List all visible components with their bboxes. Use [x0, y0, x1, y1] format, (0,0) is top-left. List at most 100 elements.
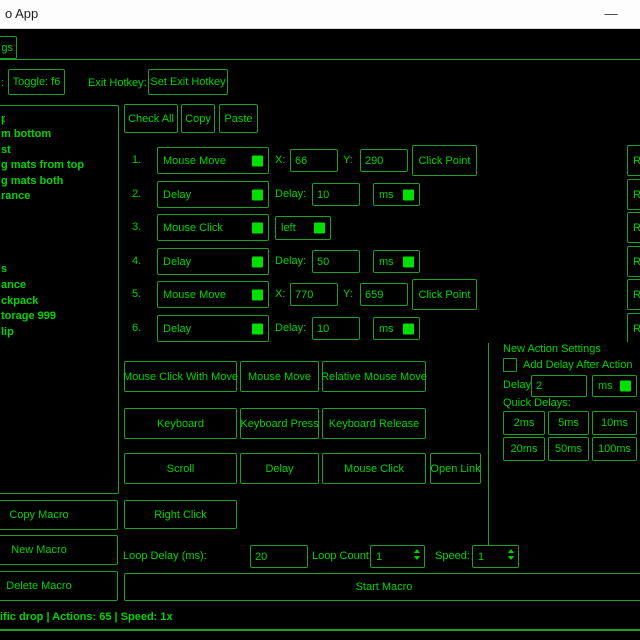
remove-action-button[interactable]: R: [627, 279, 640, 310]
action-index: 1.: [132, 154, 141, 166]
check-all-button[interactable]: Check All: [124, 104, 178, 133]
toggle-hotkey-label: :: [1, 77, 4, 89]
macro-list-item[interactable]: lip: [1, 325, 14, 340]
delay-unit-value: ms: [379, 256, 394, 268]
set-exit-hotkey-button[interactable]: Set Exit Hotkey: [148, 69, 228, 95]
action-type-dropdown[interactable]: Delay: [157, 315, 269, 342]
copy-button[interactable]: Copy: [181, 104, 215, 133]
settings-menu-button[interactable]: gs: [0, 36, 17, 59]
action-row: 6. Delay Delay: ms R: [120, 315, 640, 342]
quick-delay-2ms-button[interactable]: 2ms: [503, 411, 545, 435]
macro-list-item[interactable]: torage 999: [1, 309, 56, 324]
spin-up-icon[interactable]: [414, 549, 420, 553]
minimize-button[interactable]: —: [594, 0, 628, 27]
speed-stepper[interactable]: 1: [472, 545, 519, 568]
add-mouse-click-with-move-button[interactable]: Mouse Click With Move: [124, 361, 237, 392]
start-macro-button[interactable]: Start Macro: [124, 573, 640, 601]
new-action-delay-input[interactable]: [531, 375, 587, 397]
action-x-input[interactable]: [290, 149, 338, 172]
action-type-value: Delay: [163, 323, 191, 335]
spin-down-icon[interactable]: [414, 556, 420, 560]
spin-up-icon[interactable]: [508, 549, 514, 553]
action-type-dropdown[interactable]: Delay: [157, 248, 269, 275]
macro-list-item[interactable]: ance: [1, 278, 26, 293]
copy-macro-button[interactable]: Copy Macro: [0, 500, 118, 530]
y-label: Y:: [343, 154, 353, 166]
mouse-button-dropdown[interactable]: left: [275, 216, 331, 240]
action-type-value: Mouse Move: [163, 289, 226, 301]
remove-action-button[interactable]: R: [627, 145, 640, 176]
macro-list-item[interactable]: m bottom: [1, 127, 51, 142]
action-type-dropdown[interactable]: Mouse Move: [157, 147, 269, 174]
new-action-settings-title: New Action Settings: [503, 343, 601, 355]
add-keyboard-press-button[interactable]: Keyboard Press: [240, 408, 319, 439]
action-y-input[interactable]: [360, 283, 408, 306]
paste-button[interactable]: Paste: [219, 104, 258, 133]
add-mouse-click-button[interactable]: Mouse Click: [322, 453, 426, 484]
action-type-value: Delay: [163, 189, 191, 201]
macro-list-item[interactable]: p: [1, 112, 5, 127]
delay-unit-dropdown[interactable]: ms: [373, 317, 420, 340]
delay-value-input[interactable]: [312, 317, 360, 340]
remove-action-button[interactable]: R: [627, 313, 640, 342]
add-open-link-button[interactable]: Open Link: [430, 453, 481, 484]
delay-unit-dropdown[interactable]: ms: [373, 250, 420, 273]
dropdown-indicator-icon: [252, 222, 263, 233]
action-type-dropdown[interactable]: Mouse Click: [157, 214, 269, 241]
add-keyboard-button[interactable]: Keyboard: [124, 408, 237, 439]
add-mouse-move-button[interactable]: Mouse Move: [240, 361, 319, 392]
add-delay-after-action-checkbox[interactable]: [503, 358, 517, 372]
remove-action-button[interactable]: R: [627, 212, 640, 243]
y-label: Y:: [343, 288, 353, 300]
spin-down-icon[interactable]: [508, 556, 514, 560]
delay-label: Delay:: [275, 255, 306, 267]
new-action-delay-unit-dropdown[interactable]: ms: [592, 375, 637, 397]
quick-delay-20ms-button[interactable]: 20ms: [503, 437, 545, 461]
new-action-delay-label: Delay:: [503, 379, 534, 391]
action-row: 2. Delay Delay: ms R: [120, 181, 640, 208]
add-relative-mouse-move-button[interactable]: Relative Mouse Move: [322, 361, 426, 392]
dropdown-indicator-icon: [314, 223, 325, 234]
action-x-input[interactable]: [290, 283, 338, 306]
quick-delay-50ms-button[interactable]: 50ms: [548, 437, 589, 461]
delay-value-input[interactable]: [312, 183, 360, 206]
add-delay-button[interactable]: Delay: [240, 453, 319, 484]
stepper-arrows[interactable]: [414, 549, 420, 560]
menu-divider: [0, 59, 640, 60]
action-type-dropdown[interactable]: Mouse Move: [157, 281, 269, 308]
new-macro-button[interactable]: New Macro: [0, 535, 118, 565]
delay-unit-dropdown[interactable]: ms: [373, 183, 420, 206]
macro-list-item[interactable]: s: [1, 262, 7, 277]
action-type-value: Mouse Move: [163, 155, 226, 167]
macro-list-item[interactable]: ckpack: [1, 294, 38, 309]
dropdown-indicator-icon: [252, 256, 263, 267]
click-point-button[interactable]: Click Point: [412, 279, 477, 310]
dropdown-indicator-icon: [403, 256, 414, 267]
quick-delay-100ms-button[interactable]: 100ms: [592, 437, 637, 461]
stepper-arrows[interactable]: [508, 549, 514, 560]
macro-list-item[interactable]: rance: [1, 189, 30, 204]
delay-value-input[interactable]: [312, 250, 360, 273]
quick-delay-10ms-button[interactable]: 10ms: [592, 411, 637, 435]
toggle-hotkey-button[interactable]: Toggle: f6: [8, 69, 65, 95]
delay-unit-value: ms: [379, 189, 394, 201]
action-type-value: Mouse Click: [163, 222, 223, 234]
click-point-button[interactable]: Click Point: [412, 145, 477, 176]
speed-value: 1: [478, 551, 484, 563]
action-y-input[interactable]: [360, 149, 408, 172]
macro-list[interactable]: p m bottom st g mats from top g mats bot…: [0, 105, 119, 494]
remove-action-button[interactable]: R: [627, 246, 640, 277]
quick-delay-5ms-button[interactable]: 5ms: [548, 411, 589, 435]
loop-count-stepper[interactable]: 1: [370, 545, 425, 568]
delete-macro-button[interactable]: Delete Macro: [0, 571, 118, 601]
macro-list-item[interactable]: st: [1, 143, 11, 158]
add-scroll-button[interactable]: Scroll: [124, 453, 237, 484]
add-keyboard-release-button[interactable]: Keyboard Release: [322, 408, 426, 439]
action-type-dropdown[interactable]: Delay: [157, 181, 269, 208]
macro-list-item[interactable]: g mats from top: [1, 158, 84, 173]
loop-delay-input[interactable]: [250, 545, 308, 568]
macro-list-item[interactable]: g mats both: [1, 174, 63, 189]
remove-action-button[interactable]: R: [627, 179, 640, 210]
title-bar: o App —: [0, 0, 640, 29]
add-right-click-button[interactable]: Right Click: [124, 500, 237, 529]
